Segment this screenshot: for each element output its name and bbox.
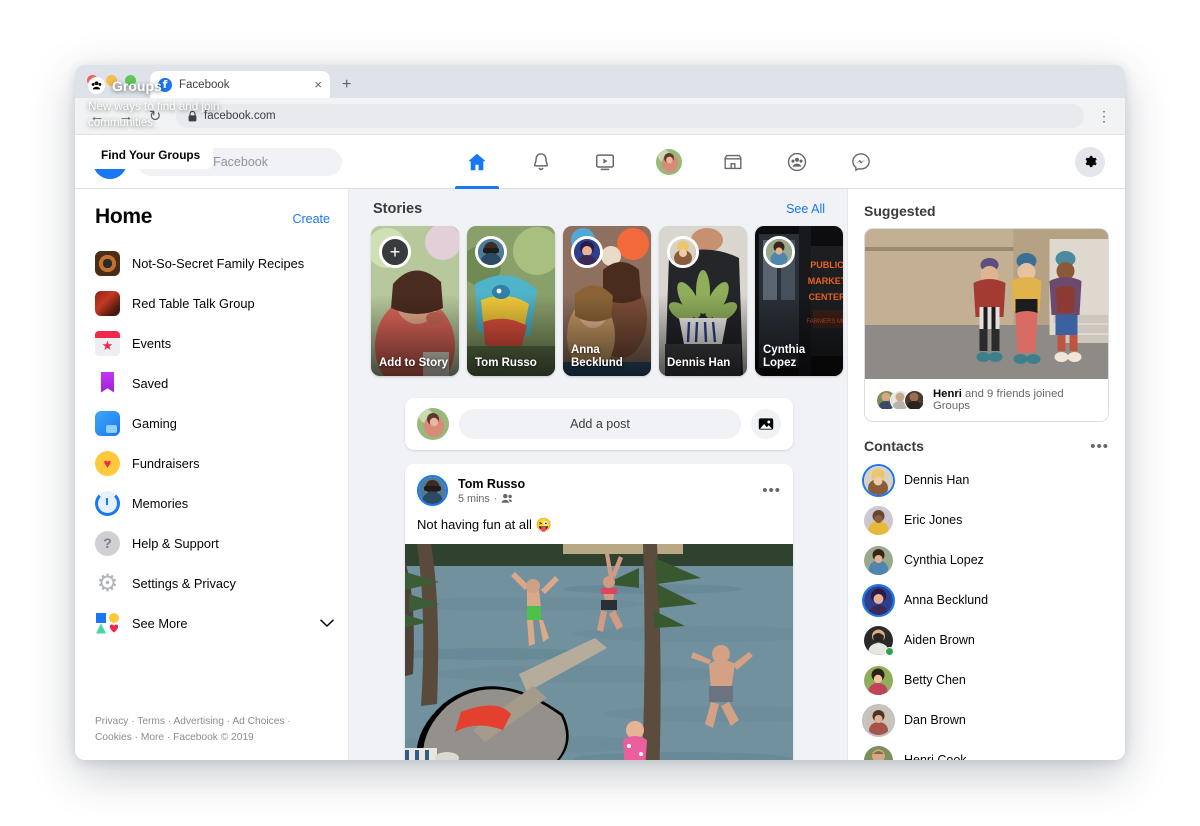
page-content: Home Create Not-So-Secret Family Recipes… <box>75 189 1125 760</box>
avatar <box>864 586 893 615</box>
story-label: Tom Russo <box>475 357 549 370</box>
story-avatar <box>667 236 699 268</box>
avatar <box>864 626 893 655</box>
avatar <box>864 546 893 575</box>
avatar <box>864 706 893 735</box>
avatar <box>864 666 893 695</box>
story-avatar <box>571 236 603 268</box>
right-sidebar: Suggested <box>847 189 1125 760</box>
suggested-groups-card[interactable]: Groups New ways to find and join communi… <box>864 228 1109 422</box>
online-status-indicator <box>885 647 894 656</box>
story-label: Dennis Han <box>667 357 741 370</box>
story-avatar <box>763 236 795 268</box>
add-story-button[interactable]: + <box>379 236 411 268</box>
avatar <box>864 506 893 535</box>
story-label: Anna Becklund <box>571 344 645 370</box>
story-avatar <box>475 236 507 268</box>
suggested-card-overlay: Groups New ways to find and join communi… <box>864 228 1109 422</box>
story-label: Add to Story <box>379 357 453 370</box>
browser-window: f Facebook × + ← → ↻ facebook.com ⋮ f Se… <box>75 65 1125 760</box>
avatar <box>864 466 893 495</box>
story-label: Cynthia Lopez <box>763 344 837 370</box>
plus-icon: + <box>390 243 401 261</box>
